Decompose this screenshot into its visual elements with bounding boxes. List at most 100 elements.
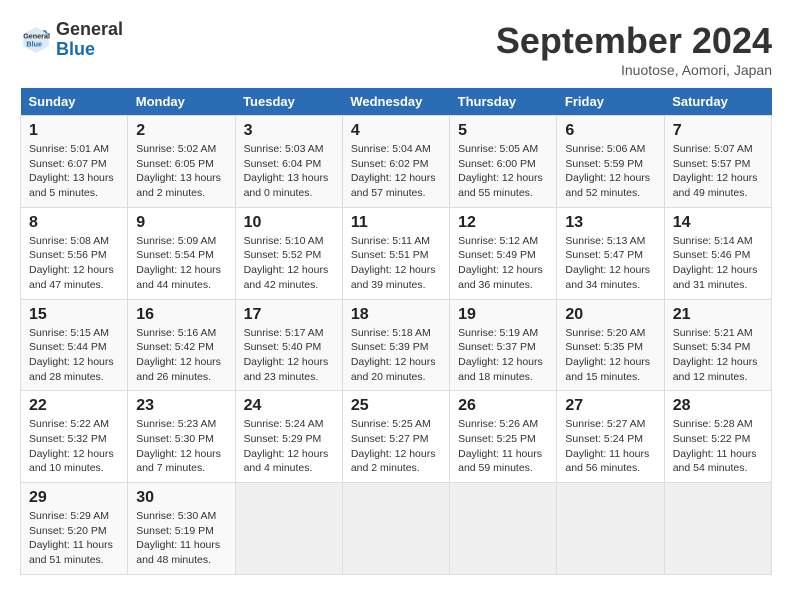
day-info: Sunrise: 5:16 AM Sunset: 5:42 PM Dayligh… — [136, 326, 226, 385]
table-row — [450, 483, 557, 575]
table-row — [664, 483, 771, 575]
calendar-table: Sunday Monday Tuesday Wednesday Thursday… — [20, 88, 772, 575]
day-number: 9 — [136, 214, 226, 232]
logo-icon: General Blue — [20, 24, 52, 56]
day-info: Sunrise: 5:29 AM Sunset: 5:20 PM Dayligh… — [29, 509, 119, 568]
table-row — [235, 483, 342, 575]
day-number: 29 — [29, 489, 119, 507]
col-thursday: Thursday — [450, 88, 557, 116]
day-number: 24 — [244, 397, 334, 415]
col-monday: Monday — [128, 88, 235, 116]
col-sunday: Sunday — [21, 88, 128, 116]
calendar-week-5: 29 Sunrise: 5:29 AM Sunset: 5:20 PM Dayl… — [21, 483, 772, 575]
day-number: 20 — [565, 306, 655, 324]
day-info: Sunrise: 5:08 AM Sunset: 5:56 PM Dayligh… — [29, 234, 119, 293]
day-info: Sunrise: 5:12 AM Sunset: 5:49 PM Dayligh… — [458, 234, 548, 293]
day-info: Sunrise: 5:23 AM Sunset: 5:30 PM Dayligh… — [136, 417, 226, 476]
table-row: 18 Sunrise: 5:18 AM Sunset: 5:39 PM Dayl… — [342, 299, 449, 391]
day-number: 27 — [565, 397, 655, 415]
table-row: 17 Sunrise: 5:17 AM Sunset: 5:40 PM Dayl… — [235, 299, 342, 391]
table-row: 2 Sunrise: 5:02 AM Sunset: 6:05 PM Dayli… — [128, 116, 235, 208]
title-block: September 2024 Inuotose, Aomori, Japan — [496, 20, 772, 78]
table-row: 29 Sunrise: 5:29 AM Sunset: 5:20 PM Dayl… — [21, 483, 128, 575]
logo-blue: Blue — [56, 39, 95, 59]
table-row: 14 Sunrise: 5:14 AM Sunset: 5:46 PM Dayl… — [664, 207, 771, 299]
day-info: Sunrise: 5:13 AM Sunset: 5:47 PM Dayligh… — [565, 234, 655, 293]
table-row: 28 Sunrise: 5:28 AM Sunset: 5:22 PM Dayl… — [664, 391, 771, 483]
day-info: Sunrise: 5:06 AM Sunset: 5:59 PM Dayligh… — [565, 142, 655, 201]
day-number: 19 — [458, 306, 548, 324]
day-number: 14 — [673, 214, 763, 232]
day-number: 5 — [458, 122, 548, 140]
day-number: 8 — [29, 214, 119, 232]
day-number: 13 — [565, 214, 655, 232]
svg-text:Blue: Blue — [26, 39, 42, 48]
day-info: Sunrise: 5:25 AM Sunset: 5:27 PM Dayligh… — [351, 417, 441, 476]
day-number: 1 — [29, 122, 119, 140]
table-row: 5 Sunrise: 5:05 AM Sunset: 6:00 PM Dayli… — [450, 116, 557, 208]
day-info: Sunrise: 5:20 AM Sunset: 5:35 PM Dayligh… — [565, 326, 655, 385]
table-row: 10 Sunrise: 5:10 AM Sunset: 5:52 PM Dayl… — [235, 207, 342, 299]
day-info: Sunrise: 5:19 AM Sunset: 5:37 PM Dayligh… — [458, 326, 548, 385]
col-wednesday: Wednesday — [342, 88, 449, 116]
table-row — [342, 483, 449, 575]
day-number: 4 — [351, 122, 441, 140]
day-info: Sunrise: 5:18 AM Sunset: 5:39 PM Dayligh… — [351, 326, 441, 385]
day-number: 30 — [136, 489, 226, 507]
col-saturday: Saturday — [664, 88, 771, 116]
day-number: 15 — [29, 306, 119, 324]
table-row: 4 Sunrise: 5:04 AM Sunset: 6:02 PM Dayli… — [342, 116, 449, 208]
table-row: 3 Sunrise: 5:03 AM Sunset: 6:04 PM Dayli… — [235, 116, 342, 208]
table-row: 12 Sunrise: 5:12 AM Sunset: 5:49 PM Dayl… — [450, 207, 557, 299]
table-row: 25 Sunrise: 5:25 AM Sunset: 5:27 PM Dayl… — [342, 391, 449, 483]
logo-general: General — [56, 19, 123, 39]
day-info: Sunrise: 5:11 AM Sunset: 5:51 PM Dayligh… — [351, 234, 441, 293]
col-friday: Friday — [557, 88, 664, 116]
day-number: 12 — [458, 214, 548, 232]
table-row: 7 Sunrise: 5:07 AM Sunset: 5:57 PM Dayli… — [664, 116, 771, 208]
day-info: Sunrise: 5:26 AM Sunset: 5:25 PM Dayligh… — [458, 417, 548, 476]
table-row: 15 Sunrise: 5:15 AM Sunset: 5:44 PM Dayl… — [21, 299, 128, 391]
calendar-week-2: 8 Sunrise: 5:08 AM Sunset: 5:56 PM Dayli… — [21, 207, 772, 299]
calendar-week-3: 15 Sunrise: 5:15 AM Sunset: 5:44 PM Dayl… — [21, 299, 772, 391]
day-info: Sunrise: 5:22 AM Sunset: 5:32 PM Dayligh… — [29, 417, 119, 476]
day-number: 16 — [136, 306, 226, 324]
table-row: 16 Sunrise: 5:16 AM Sunset: 5:42 PM Dayl… — [128, 299, 235, 391]
day-info: Sunrise: 5:28 AM Sunset: 5:22 PM Dayligh… — [673, 417, 763, 476]
day-info: Sunrise: 5:14 AM Sunset: 5:46 PM Dayligh… — [673, 234, 763, 293]
day-number: 28 — [673, 397, 763, 415]
calendar-header-row: Sunday Monday Tuesday Wednesday Thursday… — [21, 88, 772, 116]
day-number: 7 — [673, 122, 763, 140]
day-info: Sunrise: 5:27 AM Sunset: 5:24 PM Dayligh… — [565, 417, 655, 476]
day-number: 26 — [458, 397, 548, 415]
table-row: 1 Sunrise: 5:01 AM Sunset: 6:07 PM Dayli… — [21, 116, 128, 208]
day-info: Sunrise: 5:01 AM Sunset: 6:07 PM Dayligh… — [29, 142, 119, 201]
day-number: 21 — [673, 306, 763, 324]
logo: General Blue General Blue — [20, 20, 123, 60]
day-number: 6 — [565, 122, 655, 140]
logo-text: General Blue — [56, 20, 123, 60]
day-info: Sunrise: 5:30 AM Sunset: 5:19 PM Dayligh… — [136, 509, 226, 568]
table-row: 26 Sunrise: 5:26 AM Sunset: 5:25 PM Dayl… — [450, 391, 557, 483]
table-row: 20 Sunrise: 5:20 AM Sunset: 5:35 PM Dayl… — [557, 299, 664, 391]
day-info: Sunrise: 5:17 AM Sunset: 5:40 PM Dayligh… — [244, 326, 334, 385]
day-number: 17 — [244, 306, 334, 324]
day-info: Sunrise: 5:03 AM Sunset: 6:04 PM Dayligh… — [244, 142, 334, 201]
day-info: Sunrise: 5:07 AM Sunset: 5:57 PM Dayligh… — [673, 142, 763, 201]
table-row: 23 Sunrise: 5:23 AM Sunset: 5:30 PM Dayl… — [128, 391, 235, 483]
day-info: Sunrise: 5:21 AM Sunset: 5:34 PM Dayligh… — [673, 326, 763, 385]
day-number: 25 — [351, 397, 441, 415]
day-info: Sunrise: 5:09 AM Sunset: 5:54 PM Dayligh… — [136, 234, 226, 293]
calendar-week-4: 22 Sunrise: 5:22 AM Sunset: 5:32 PM Dayl… — [21, 391, 772, 483]
calendar-body: 1 Sunrise: 5:01 AM Sunset: 6:07 PM Dayli… — [21, 116, 772, 575]
table-row: 8 Sunrise: 5:08 AM Sunset: 5:56 PM Dayli… — [21, 207, 128, 299]
calendar-week-1: 1 Sunrise: 5:01 AM Sunset: 6:07 PM Dayli… — [21, 116, 772, 208]
page-header: General Blue General Blue September 2024… — [20, 20, 772, 78]
table-row: 13 Sunrise: 5:13 AM Sunset: 5:47 PM Dayl… — [557, 207, 664, 299]
day-info: Sunrise: 5:02 AM Sunset: 6:05 PM Dayligh… — [136, 142, 226, 201]
day-number: 2 — [136, 122, 226, 140]
location-subtitle: Inuotose, Aomori, Japan — [496, 62, 772, 78]
day-info: Sunrise: 5:15 AM Sunset: 5:44 PM Dayligh… — [29, 326, 119, 385]
table-row: 11 Sunrise: 5:11 AM Sunset: 5:51 PM Dayl… — [342, 207, 449, 299]
table-row: 22 Sunrise: 5:22 AM Sunset: 5:32 PM Dayl… — [21, 391, 128, 483]
